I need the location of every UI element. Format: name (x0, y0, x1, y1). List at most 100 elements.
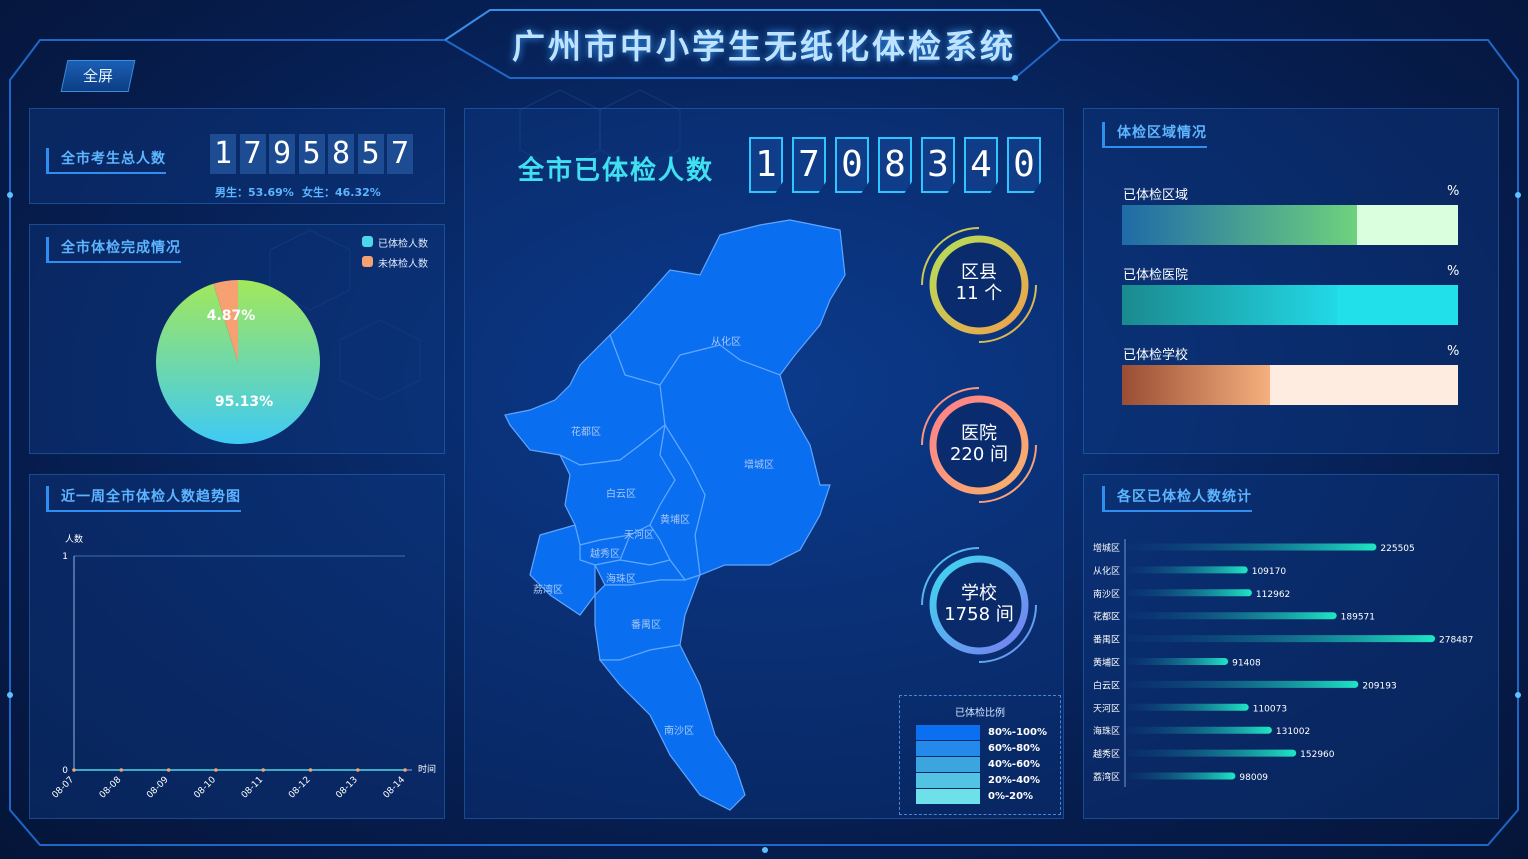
trend-xtick: 08-10 (192, 775, 218, 801)
trend-xtick: 08-09 (145, 775, 171, 801)
trend-ytick-0: 0 (62, 766, 68, 776)
district-value-label: 131002 (1276, 727, 1310, 737)
completion-title: 全市体检完成情况 (46, 237, 181, 263)
map-legend-swatch (916, 757, 980, 772)
center-digit: 1 (749, 137, 783, 193)
district-bar (1127, 726, 1272, 734)
ring-districts-label: 区县 11 个 (955, 262, 1003, 304)
district-value-label: 209193 (1362, 681, 1396, 691)
area-bar-0-track (1122, 205, 1458, 245)
area-bar-2-track (1122, 365, 1458, 405)
district-category-label: 天河区 (1093, 702, 1120, 714)
district-value-label: 98009 (1239, 773, 1268, 783)
district-value-label: 278487 (1439, 636, 1473, 646)
district-bar (1127, 543, 1377, 551)
district-bar (1127, 703, 1249, 711)
district-bar-chart: 增城区 225505 从化区 109170 南沙区 112962 花都区 189571 番禺区 2… (1093, 539, 1473, 787)
district-value-label: 91408 (1232, 659, 1261, 669)
district-category-label: 越秀区 (1093, 748, 1120, 760)
legend-undone-swatch (362, 256, 373, 267)
center-digit: 7 (792, 137, 826, 193)
map-legend-swatch (916, 773, 980, 788)
area-bar-2-fill (1122, 365, 1270, 405)
center-digit: 4 (964, 137, 998, 193)
total-digit: 5 (298, 134, 325, 174)
district-bar (1127, 589, 1252, 597)
area-bar-1-track (1122, 285, 1458, 325)
area-bar-1-label: 已体检医院 (1123, 268, 1189, 283)
trend-xtick: 08-14 (382, 775, 408, 801)
fullscreen-button[interactable]: 全屏 (60, 60, 136, 92)
district-value-label: 110073 (1253, 704, 1287, 714)
district-bar (1127, 772, 1236, 780)
area-title: 体检区域情况 (1102, 122, 1207, 148)
trend-xlabel: 时间 (418, 763, 436, 775)
map-legend-label: 0%-20% (988, 791, 1034, 802)
ring-schools-label: 学校 1758 间 (944, 583, 1014, 625)
completion-pie: 4.87% 95.13% (156, 280, 320, 444)
district-bar (1127, 566, 1248, 574)
trend-point (72, 768, 76, 772)
trend-point (356, 768, 360, 772)
trend-point (119, 768, 124, 772)
total-digit: 7 (239, 134, 266, 174)
map-label-4: 黄埔区 (660, 515, 690, 526)
map-label-0: 从化区 (711, 337, 741, 348)
map-legend-swatch (916, 725, 980, 740)
female-ratio: 女生：46.32% (302, 186, 381, 199)
trend-xtick: 08-07 (51, 775, 77, 801)
trend-point (261, 768, 265, 772)
map-legend-label: 80%-100% (988, 727, 1047, 738)
map-label-5: 天河区 (624, 530, 654, 541)
fullscreen-label: 全屏 (82, 67, 113, 85)
district-bar (1127, 658, 1229, 665)
trend-point (166, 768, 171, 772)
map-label-10: 南沙区 (664, 726, 694, 737)
area-bar-0-fill (1122, 205, 1358, 245)
trend-point (214, 768, 218, 772)
total-title: 全市考生总人数 (46, 148, 166, 174)
district-value-label: 189571 (1341, 613, 1375, 623)
area-bar-0-label: 已体检区域 (1123, 188, 1189, 203)
legend-done-swatch (362, 236, 373, 247)
total-digit: 8 (328, 134, 354, 174)
map-label-9: 番禺区 (631, 620, 661, 631)
total-digit: 5 (357, 134, 384, 174)
district-category-label: 南沙区 (1093, 588, 1120, 600)
map-label-6: 越秀区 (590, 549, 620, 560)
district-bar (1127, 612, 1337, 620)
center-digit: 0 (1007, 137, 1041, 193)
ring-hospitals-label: 医院 220 间 (949, 423, 1009, 465)
area-bar-1-fill (1122, 285, 1338, 325)
district-category-label: 荔湾区 (1093, 771, 1120, 783)
trend-xtick: 08-13 (334, 775, 360, 801)
district-value-label: 109170 (1252, 567, 1287, 577)
district-bar (1127, 680, 1359, 688)
male-ratio: 男生：53.69% (215, 186, 294, 199)
center-digit: 8 (878, 137, 912, 193)
map-label-1: 花都区 (571, 427, 601, 438)
district-category-label: 番禺区 (1093, 634, 1120, 646)
area-bar-2-unit: % (1447, 344, 1460, 359)
area-bar-0-unit: % (1447, 184, 1460, 199)
district-title: 各区已体检人数统计 (1102, 486, 1252, 512)
trend-ytick-1: 1 (62, 552, 68, 562)
center-digit: 0 (835, 137, 869, 193)
map-legend-label: 40%-60% (988, 759, 1041, 770)
district-category-label: 白云区 (1093, 679, 1120, 691)
map-label-3: 白云区 (606, 489, 636, 500)
map-legend-swatch (916, 741, 980, 756)
district-bar (1127, 635, 1435, 643)
district-category-label: 从化区 (1093, 565, 1120, 577)
district-category-label: 花都区 (1093, 611, 1120, 623)
trend-xtick: 08-08 (98, 775, 124, 801)
trend-ylabel: 人数 (65, 533, 83, 545)
district-category-label: 海珠区 (1093, 725, 1120, 737)
total-digit: 7 (387, 134, 413, 174)
center-digit: 3 (921, 137, 955, 193)
trend-title: 近一周全市体检人数趋势图 (46, 486, 241, 512)
map-label-8: 海珠区 (606, 574, 636, 585)
map-legend-title: 已体检比例 (955, 708, 1005, 719)
district-value-label: 225505 (1380, 544, 1414, 554)
trend-point (308, 768, 313, 772)
